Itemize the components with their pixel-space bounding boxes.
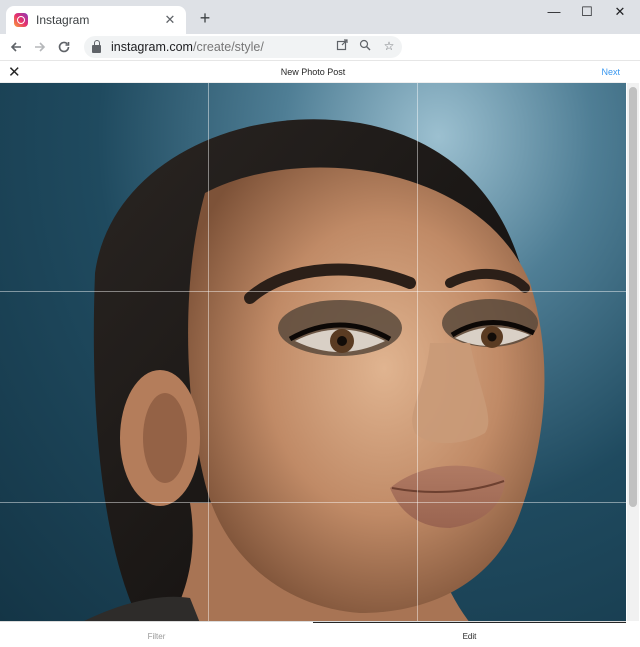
browser-toolbar: instagram.com/create/style/ ☆ 98 K lb b … [0,34,640,89]
instagram-create-page: ✕ New Photo Post Next Filter Edit [0,60,640,647]
photo-preview[interactable] [0,83,626,621]
tab-close-icon[interactable]: ✕ [162,12,178,28]
browser-window: Instagram ✕ + — ☐ ✕ instagram.com/create… [0,0,640,647]
page-title: New Photo Post [280,67,346,77]
new-tab-button[interactable]: + [195,8,215,29]
instagram-favicon-icon [14,13,28,27]
ig-footer-tabs: Filter Edit [0,621,626,647]
tab-instagram[interactable]: Instagram ✕ [6,6,186,34]
portrait-image [84,119,545,621]
grid-line-horizontal-1 [0,291,626,292]
grid-line-vertical-1 [208,83,209,621]
tab-strip: Instagram ✕ + — ☐ ✕ [0,0,640,34]
tab-title: Instagram [36,13,90,27]
bookmark-star-icon[interactable]: ☆ [381,39,397,53]
tab-filter[interactable]: Filter [0,622,313,647]
url-path: /create/style/ [192,40,264,54]
next-button[interactable]: Next [601,67,620,77]
tab-edit[interactable]: Edit [313,622,626,647]
reload-icon[interactable] [52,35,76,59]
close-window-button[interactable]: ✕ [606,4,634,20]
grid-line-horizontal-2 [0,502,626,503]
scrollbar-thumb[interactable] [629,87,637,507]
minimize-button[interactable]: — [540,4,568,19]
url-host: instagram.com [111,40,193,54]
grid-line-vertical-2 [417,83,418,621]
back-arrow-icon[interactable] [4,35,28,59]
forward-arrow-icon[interactable] [28,35,52,59]
maximize-button[interactable]: ☐ [573,4,601,20]
zoom-icon[interactable] [357,39,373,54]
ig-header: ✕ New Photo Post Next [0,61,626,83]
scrollbar[interactable] [627,83,639,621]
open-external-icon[interactable] [334,39,350,54]
lock-icon [92,39,101,53]
address-bar[interactable]: instagram.com/create/style/ ☆ [84,36,402,58]
